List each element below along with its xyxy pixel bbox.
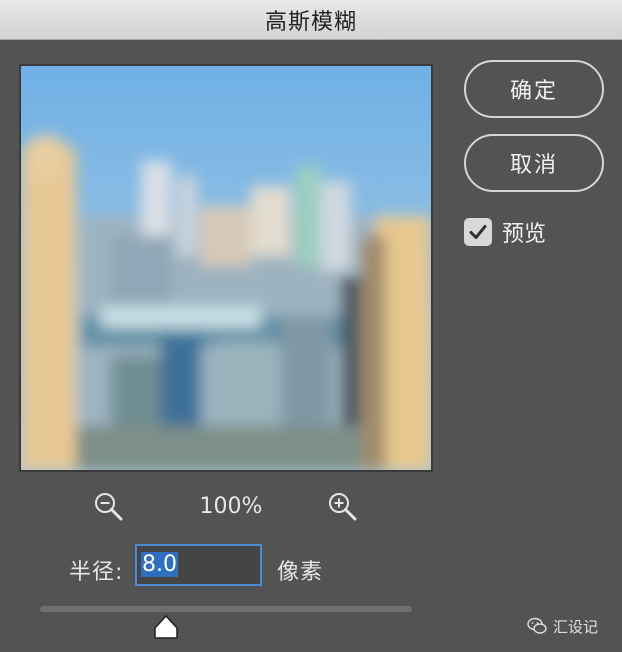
- zoom-out-icon[interactable]: [92, 490, 126, 524]
- watermark-text: 汇设记: [553, 617, 599, 636]
- dialog-title: 高斯模糊: [264, 9, 357, 35]
- checkmark-icon: [469, 225, 487, 239]
- blur-preview-image[interactable]: [19, 64, 433, 472]
- zoom-level: 100%: [199, 494, 263, 519]
- ok-button[interactable]: 确定: [464, 60, 604, 118]
- zoom-in-icon[interactable]: [326, 490, 360, 524]
- radius-value: 8.0: [141, 552, 178, 577]
- dialog-titlebar: 高斯模糊: [0, 0, 622, 40]
- radius-slider-track[interactable]: [40, 606, 412, 612]
- radius-input[interactable]: 8.0: [135, 544, 262, 586]
- watermark: 汇设记: [527, 614, 598, 638]
- preview-checkbox-row[interactable]: 预览: [464, 217, 546, 247]
- preview-checkbox[interactable]: [464, 218, 492, 246]
- radius-unit-label: 像素: [277, 560, 324, 585]
- radius-slider-thumb[interactable]: [153, 614, 179, 640]
- zoom-controls: 100%: [90, 486, 370, 530]
- cancel-button-label: 取消: [509, 153, 558, 178]
- cancel-button[interactable]: 取消: [464, 134, 604, 192]
- ok-button-label: 确定: [509, 79, 558, 104]
- wechat-icon: [527, 617, 547, 634]
- preview-label: 预览: [502, 222, 547, 247]
- radius-label: 半径:: [69, 560, 124, 585]
